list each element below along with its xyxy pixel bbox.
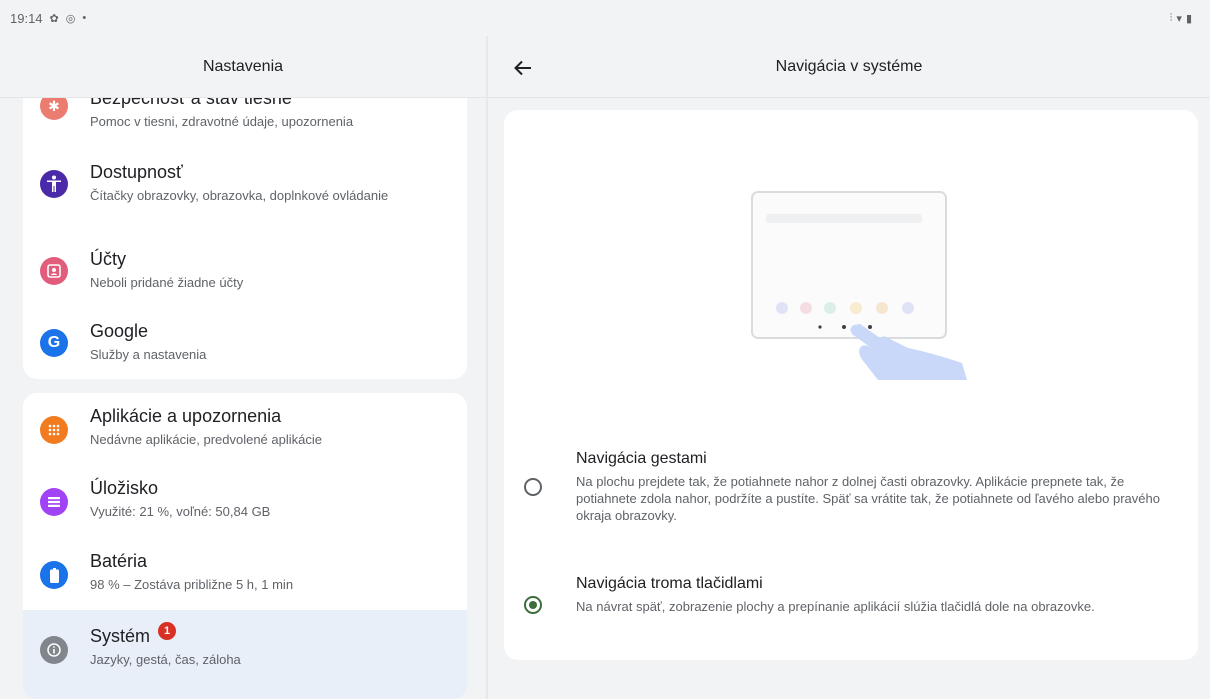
settings-card-2: Aplikácie a upozornenia Nedávne aplikáci… — [23, 393, 467, 699]
settings-item-subtitle: Nedávne aplikácie, predvolené aplikácie — [90, 432, 322, 447]
battery-icon — [40, 561, 68, 589]
battery-icon: ▮ — [1185, 12, 1192, 25]
status-bar: 19:14 ✿ ◎ • ⫶ ▾ ▮ — [0, 0, 1210, 36]
emergency-icon: ✱ — [40, 98, 68, 120]
settings-item-title: Systém — [90, 626, 151, 646]
accessibility-icon — [40, 170, 68, 198]
settings-item-title: Dostupnosť — [90, 162, 183, 182]
settings-item-title: Google — [90, 321, 149, 341]
settings-item-storage[interactable]: Úložisko Využité: 21 %, voľné: 50,84 GB — [23, 466, 467, 538]
circle-dot-icon: ◎ — [65, 12, 76, 25]
system-navigation-pane: Navigácia v systéme Navigácia gestami Na… — [488, 36, 1210, 699]
settings-list-pane: Nastavenia ✱ Bezpečnosť a stav tiesne Po… — [0, 36, 486, 699]
gesture-navigation-option[interactable]: Navigácia gestami Na plochu prejdete tak… — [504, 440, 1198, 530]
settings-item-battery[interactable]: Batéria 98 % – Zostáva približne 5 h, 1 … — [23, 538, 467, 610]
settings-item-title: Aplikácie a upozornenia — [90, 406, 282, 426]
settings-item-subtitle: Služby a nastavenia — [90, 347, 207, 362]
settings-gear-icon: ✿ — [49, 12, 59, 25]
small-dot-icon: • — [82, 12, 87, 24]
settings-item-title: Bezpečnosť a stav tiesne — [90, 98, 292, 108]
wifi-icon: ▾ — [1176, 12, 1182, 25]
settings-item-subtitle: Čítačky obrazovky, obrazovka, doplnkové … — [90, 188, 389, 203]
page-title: Nastavenia — [202, 57, 284, 75]
vibrate-icon: ⫶ — [1169, 11, 1173, 24]
option-description: Na plochu prejdete tak, že potiahnete na… — [576, 474, 1160, 523]
navigation-illustration — [751, 191, 967, 380]
settings-item-title: Účty — [90, 249, 126, 269]
settings-item-accessibility[interactable]: Dostupnosť Čítačky obrazovky, obrazovka,… — [23, 154, 467, 238]
settings-item-accounts[interactable]: Účty Neboli pridané žiadne účty — [23, 243, 467, 313]
status-time: 19:14 — [10, 10, 43, 26]
settings-item-title: Batéria — [90, 551, 148, 571]
accounts-icon — [40, 257, 68, 285]
detail-title: Navigácia v systéme — [775, 57, 923, 75]
storage-icon — [40, 488, 68, 516]
settings-item-safety[interactable]: ✱ Bezpečnosť a stav tiesne Pomoc v tiesn… — [23, 98, 467, 148]
three-button-navigation-radio[interactable] — [524, 596, 542, 614]
system-info-icon — [40, 636, 68, 664]
settings-item-apps[interactable]: Aplikácie a upozornenia Nedávne aplikáci… — [23, 393, 467, 466]
settings-item-google[interactable]: G Google Služby a nastavenia — [23, 313, 467, 379]
settings-item-subtitle: Využité: 21 %, voľné: 50,84 GB — [90, 504, 271, 519]
navigation-options-card: Navigácia gestami Na plochu prejdete tak… — [504, 110, 1198, 660]
settings-item-title: Úložisko — [90, 478, 159, 498]
settings-item-subtitle: 98 % – Zostáva približne 5 h, 1 min — [90, 577, 294, 592]
settings-item-subtitle: Jazyky, gestá, čas, záloha — [90, 652, 241, 667]
settings-item-system[interactable]: Systém 1 Jazyky, gestá, čas, záloha — [23, 610, 467, 699]
option-title: Navigácia troma tlačidlami — [576, 575, 763, 592]
settings-item-subtitle: Neboli pridané žiadne účty — [90, 275, 244, 290]
gesture-navigation-radio[interactable] — [524, 478, 542, 496]
detail-header: Navigácia v systéme — [488, 36, 1210, 98]
settings-item-subtitle: Pomoc v tiesni, zdravotné údaje, upozorn… — [90, 114, 354, 129]
settings-header: Nastavenia — [0, 36, 486, 98]
google-icon: G — [40, 329, 68, 357]
option-description: Na návrat späť, zobrazenie plochy a prep… — [576, 599, 1095, 614]
back-arrow-icon[interactable] — [508, 53, 538, 83]
three-button-navigation-option[interactable]: Navigácia troma tlačidlami Na návrat spä… — [504, 565, 1198, 640]
notification-badge: 1 — [158, 622, 177, 640]
option-title: Navigácia gestami — [576, 450, 707, 467]
settings-card-1: ✱ Bezpečnosť a stav tiesne Pomoc v tiesn… — [23, 98, 467, 379]
apps-icon — [40, 416, 68, 444]
